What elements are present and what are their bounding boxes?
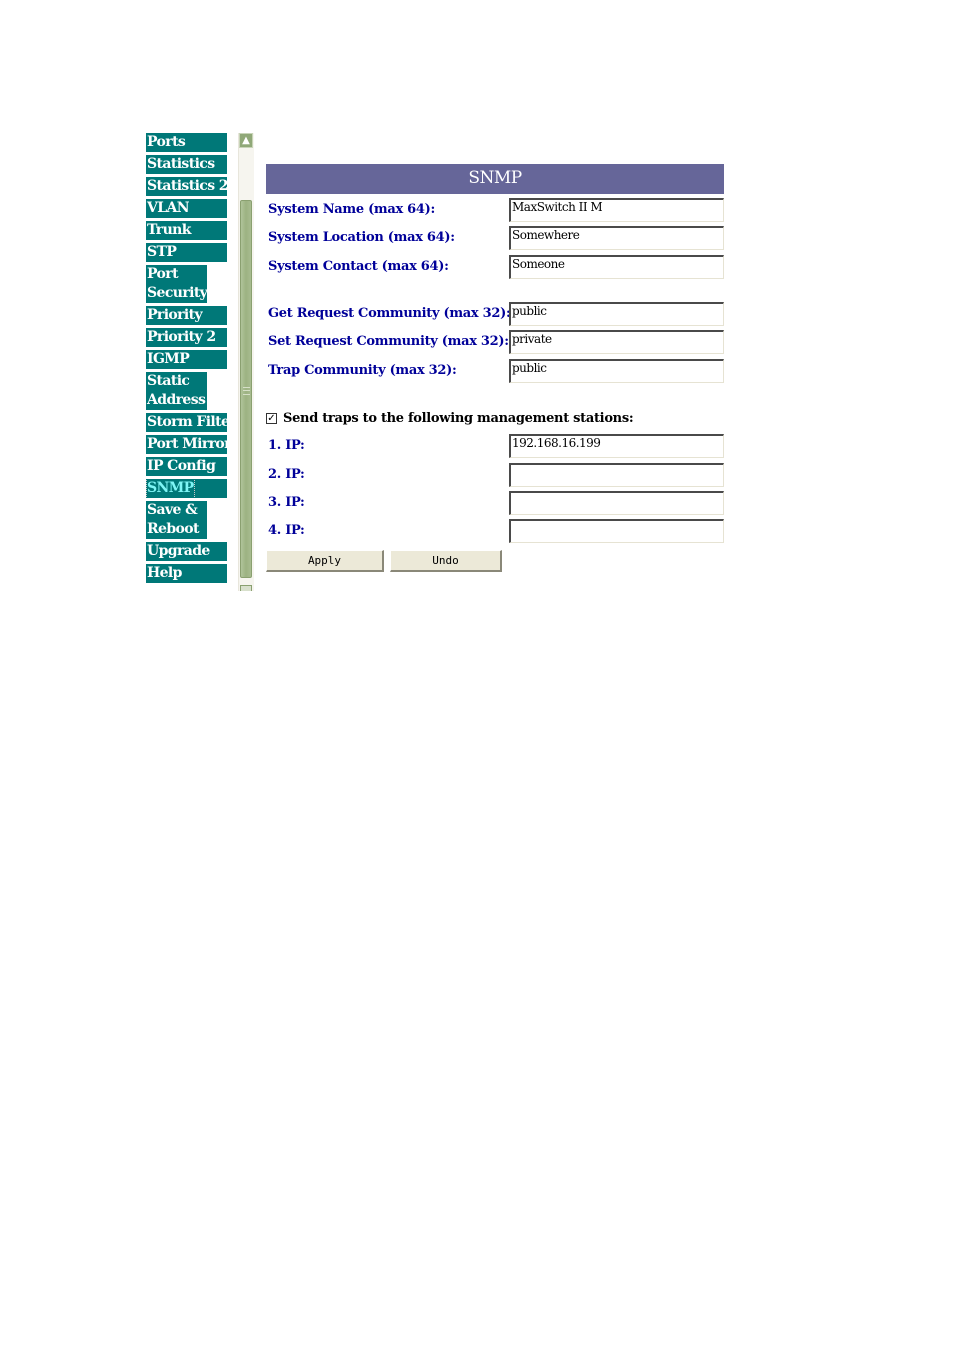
sidebar-item-priority[interactable]: Priority [146, 306, 227, 325]
sidebar-item-statistics[interactable]: Statistics [146, 155, 227, 174]
page-title: SNMP [266, 164, 724, 194]
get-community-input[interactable]: public [509, 302, 724, 326]
ip-4-row: 4. IP: [268, 519, 724, 543]
system-name-row: System Name (max 64): MaxSwitch II M [268, 198, 724, 222]
ip-2-row: 2. IP: [268, 463, 724, 487]
scrollbar-thumb[interactable] [240, 200, 252, 578]
sidebar-item-vlan[interactable]: VLAN [146, 199, 227, 218]
ip-3-row: 3. IP: [268, 491, 724, 515]
sidebar-scrollbar[interactable]: ▲ [238, 133, 254, 591]
sidebar-item-igmp[interactable]: IGMP [146, 350, 227, 369]
ip-1-input[interactable]: 192.168.16.199 [509, 434, 724, 458]
sidebar-item-port-mirror[interactable]: Port Mirror [146, 435, 227, 454]
set-community-label: Set Request Community (max 32): [268, 334, 509, 349]
sidebar-nav: Ports Statistics Statistics 2 VLAN Trunk… [146, 133, 227, 586]
ip-4-label: 4. IP: [268, 523, 305, 538]
sidebar-item-stp[interactable]: STP [146, 243, 227, 262]
send-traps-checkbox[interactable]: ✓ [266, 412, 277, 424]
trap-community-input[interactable]: public [509, 359, 724, 383]
system-name-label: System Name (max 64): [268, 202, 436, 217]
get-community-row: Get Request Community (max 32): public [268, 302, 724, 326]
system-contact-row: System Contact (max 64): Someone [268, 255, 724, 279]
system-location-row: System Location (max 64): Somewhere [268, 226, 724, 250]
system-name-input[interactable]: MaxSwitch II M [509, 198, 724, 222]
grip-icon [243, 387, 250, 395]
sidebar-item-port-security[interactable]: Port Security [146, 265, 207, 303]
sidebar-item-upgrade[interactable]: Upgrade [146, 542, 227, 561]
trap-community-label: Trap Community (max 32): [268, 363, 457, 378]
apply-button[interactable]: Apply [266, 550, 384, 572]
set-community-row: Set Request Community (max 32): private [268, 330, 724, 354]
sidebar-item-snmp[interactable]: SNMP [146, 479, 227, 498]
scroll-up-arrow-icon[interactable]: ▲ [239, 133, 253, 148]
ip-2-label: 2. IP: [268, 467, 305, 482]
undo-button[interactable]: Undo [390, 550, 502, 572]
send-traps-label: Send traps to the following management s… [283, 410, 634, 426]
sidebar-item-save-reboot[interactable]: Save & Reboot [146, 501, 207, 539]
sidebar-item-help[interactable]: Help [146, 564, 227, 583]
system-location-label: System Location (max 64): [268, 230, 455, 245]
ip-1-row: 1. IP: 192.168.16.199 [268, 434, 724, 458]
sidebar-item-trunk[interactable]: Trunk [146, 221, 227, 240]
ip-4-input[interactable] [509, 519, 724, 543]
system-contact-label: System Contact (max 64): [268, 259, 449, 274]
set-community-input[interactable]: private [509, 330, 724, 354]
get-community-label: Get Request Community (max 32): [268, 306, 511, 321]
send-traps-row: ✓ Send traps to the following management… [266, 409, 634, 427]
ip-1-label: 1. IP: [268, 438, 305, 453]
sidebar-item-priority-2[interactable]: Priority 2 [146, 328, 227, 347]
ip-3-input[interactable] [509, 491, 724, 515]
sidebar-item-storm-filter[interactable]: Storm Filter [146, 413, 227, 432]
sidebar-item-static-address[interactable]: Static Address [146, 372, 207, 410]
trap-community-row: Trap Community (max 32): public [268, 359, 724, 383]
sidebar-item-statistics-2[interactable]: Statistics 2 [146, 177, 227, 196]
ip-3-label: 3. IP: [268, 495, 305, 510]
sidebar-item-ports[interactable]: Ports [146, 133, 227, 152]
system-contact-input[interactable]: Someone [509, 255, 724, 279]
scroll-down-arrow-icon[interactable] [240, 585, 252, 591]
system-location-input[interactable]: Somewhere [509, 226, 724, 250]
ip-2-input[interactable] [509, 463, 724, 487]
sidebar-item-ip-config[interactable]: IP Config [146, 457, 227, 476]
